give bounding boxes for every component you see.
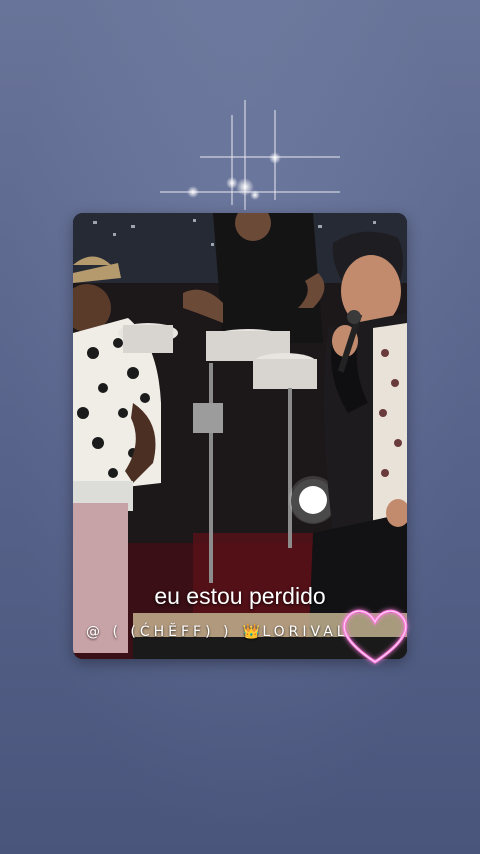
user-handle[interactable]: @ ( (ĆHĔFF) ) 👑 LORIVAL	[86, 624, 349, 640]
crown-icon: 👑	[242, 624, 261, 640]
sparkle-icon	[160, 100, 340, 210]
story-screen: { "story": { "caption": "eu estou perdid…	[0, 0, 480, 854]
handle-prefix: @ ( (ĆHĔFF) )	[86, 624, 241, 640]
heart-icon[interactable]	[335, 600, 415, 670]
